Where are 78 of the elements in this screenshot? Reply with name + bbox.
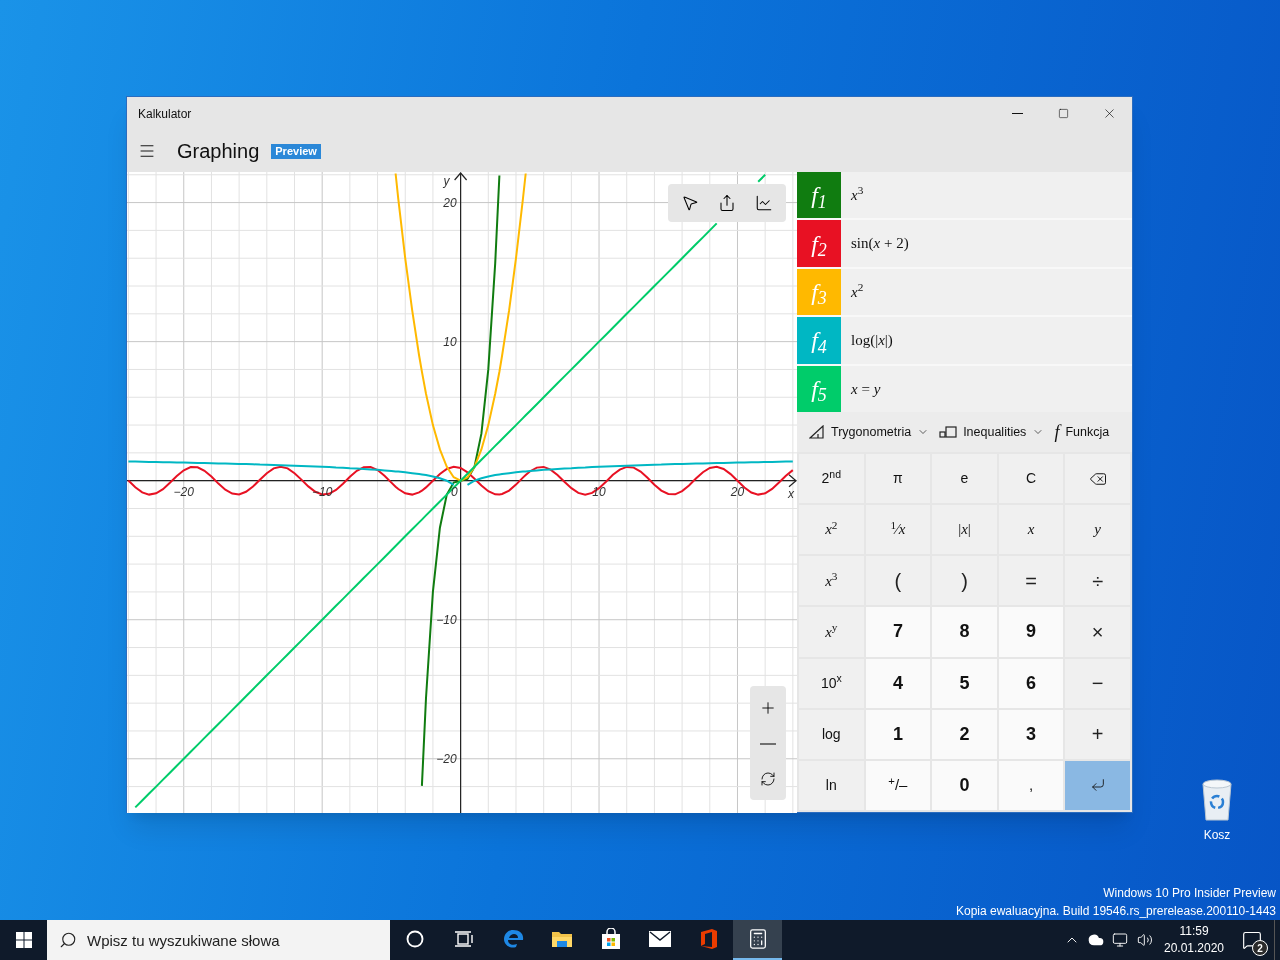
keypad-key[interactable]: $^{1}$⁄x xyxy=(865,505,931,555)
function-expression: x$^{3}$ xyxy=(851,183,864,205)
axis-label: y xyxy=(443,174,450,188)
desktop-shortcut[interactable]: Kosz xyxy=(1187,778,1247,844)
function-expression: x$^{2}$ xyxy=(851,280,864,302)
notification-count: 2 xyxy=(1252,940,1268,956)
toolbar-label: Trygonometria xyxy=(831,423,912,441)
function-symbol: f xyxy=(1054,420,1060,444)
toolbar-label: Inequalities xyxy=(963,423,1027,441)
keypad-key[interactable]: y xyxy=(1065,505,1130,555)
keypad-key[interactable]: ( xyxy=(865,556,931,606)
keypad-key[interactable]: ÷ xyxy=(1065,556,1130,606)
tick-label: 0 xyxy=(450,484,458,499)
notifications-button[interactable]: 2 xyxy=(1230,920,1274,960)
keypad-key[interactable]: log xyxy=(799,709,864,759)
keypad-key[interactable]: C xyxy=(998,454,1064,504)
function-expression: sin(x + 2) xyxy=(851,234,909,254)
keypad-key[interactable]: + xyxy=(1065,709,1130,759)
axis-label: x xyxy=(788,486,794,501)
evaluation-notice: Kopia ewaluacyjna. Build 19546.rs_prerelease.200110-1443 xyxy=(956,903,1276,920)
function-row[interactable]: f$_{1}$ x$^{3}$ xyxy=(797,172,1132,219)
mode-title: Graphing xyxy=(177,139,260,164)
keypad-key[interactable]: 2 xyxy=(932,709,997,759)
function-expression: log(|x|) xyxy=(851,331,893,351)
tick-label: 20 xyxy=(730,484,745,499)
keypad-key[interactable]: x xyxy=(998,505,1064,555)
keypad-key[interactable]: π xyxy=(865,454,931,504)
tick-label: 10 xyxy=(443,334,457,349)
keypad-key[interactable]: 5 xyxy=(932,658,997,708)
toolbar-menu[interactable]: f Funkcja xyxy=(1054,418,1110,446)
keypad-key[interactable]: 0 xyxy=(932,760,997,810)
function-row[interactable]: f$_{4}$ log(|x|) xyxy=(797,317,1132,364)
shortcut-label: Kosz xyxy=(1203,827,1231,844)
tick-label: 10 xyxy=(592,484,606,499)
tick-label: −20 xyxy=(173,484,194,499)
tick-label: 20 xyxy=(443,195,457,210)
keypad-key[interactable]: x$^{y}$ xyxy=(799,607,864,657)
toolbar-menu[interactable]: Inequalities xyxy=(939,422,1045,442)
keypad-key[interactable]: x$^{2}$ xyxy=(799,505,864,555)
function-label: f$_{5}$ xyxy=(811,374,827,407)
tick-label: −20 xyxy=(436,751,457,766)
keypad-key[interactable]: e xyxy=(932,454,997,504)
toolbar-menu[interactable]: Trygonometria xyxy=(809,422,930,442)
function-label: f$_{4}$ xyxy=(811,326,827,359)
keypad-key[interactable]: 8 xyxy=(932,607,997,657)
keypad-key[interactable]: x$^{3}$ xyxy=(799,556,864,606)
function-row[interactable]: f$_{3}$ x$^{2}$ xyxy=(797,268,1132,316)
keypad-key[interactable]: 2$^{nd}$ xyxy=(799,454,864,504)
keypad-key[interactable]: 9 xyxy=(998,607,1064,657)
keypad-key[interactable]: 1 xyxy=(865,709,931,759)
toolbar-label: Funkcja xyxy=(1065,423,1110,441)
keypad-key[interactable]: = xyxy=(998,556,1064,606)
function-row[interactable]: f$_{2}$ sin(x + 2) xyxy=(797,220,1132,267)
keypad-key[interactable]: 3 xyxy=(998,709,1064,759)
keypad-key[interactable]: 6 xyxy=(998,658,1064,708)
keypad-key[interactable]: $^{+}$/– xyxy=(865,760,931,810)
function-row[interactable]: f$_{5}$ x = y xyxy=(797,365,1132,412)
function-label: f$_{1}$ xyxy=(811,181,827,214)
keypad-key[interactable]: × xyxy=(1065,607,1130,657)
keypad-key[interactable]: 4 xyxy=(865,658,931,708)
clock-time: 11:59 xyxy=(1179,923,1209,940)
tick-label: −10 xyxy=(436,612,457,627)
window-title: Kalkulator xyxy=(137,105,193,123)
keypad-key[interactable]: 7 xyxy=(865,607,931,657)
keypad-key[interactable]: , xyxy=(998,760,1064,810)
keypad-key[interactable]: ln xyxy=(799,760,864,810)
search-field[interactable]: Wpisz tu wyszukiwane słowa xyxy=(47,920,390,960)
clock-button[interactable]: 11:59 20.01.2020 xyxy=(1158,920,1230,960)
keypad-key[interactable]: − xyxy=(1065,658,1130,708)
function-label: f$_{2}$ xyxy=(811,229,827,262)
evaluation-notice: Windows 10 Pro Insider Preview xyxy=(1103,885,1276,902)
keypad-key[interactable]: ) xyxy=(932,556,997,606)
keypad-key[interactable]: |x| xyxy=(932,505,997,555)
function-label: f$_{3}$ xyxy=(811,278,827,310)
clock-date: 20.01.2020 xyxy=(1163,940,1225,957)
keypad-key[interactable]: 10$^{x}$ xyxy=(799,658,864,708)
function-expression: x = y xyxy=(851,379,881,399)
preview-badge: Preview xyxy=(271,143,321,159)
